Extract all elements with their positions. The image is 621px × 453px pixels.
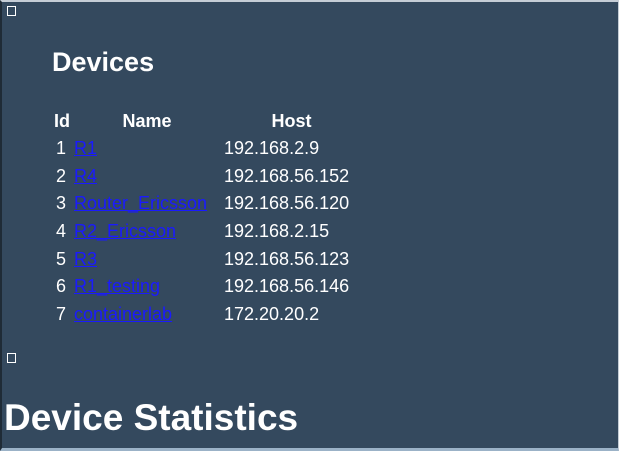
device-host: 192.168.2.15 bbox=[224, 221, 330, 242]
device-name-cell: R3 bbox=[72, 245, 222, 273]
device-id: 7 bbox=[55, 303, 66, 324]
device-host: 192.168.56.146 bbox=[224, 276, 350, 297]
table-row: 2 R4 192.168.56.152 bbox=[52, 163, 361, 191]
table-row: 3 Router_Ericsson 192.168.56.120 bbox=[52, 190, 361, 218]
device-link-r2-ericsson[interactable]: R2_Ericsson bbox=[74, 221, 176, 241]
device-name-cell: Router_Ericsson bbox=[72, 190, 222, 218]
device-name-cell: R2_Ericsson bbox=[72, 218, 222, 246]
device-statistics-heading: Device Statistics bbox=[4, 397, 299, 438]
device-id: 5 bbox=[55, 248, 66, 269]
table-header-row: Id Name Host bbox=[52, 108, 361, 135]
table-row: 4 R2_Ericsson 192.168.2.15 bbox=[52, 218, 361, 246]
device-host: 172.20.20.2 bbox=[224, 303, 320, 324]
device-id: 2 bbox=[55, 165, 66, 186]
device-id: 6 bbox=[55, 276, 66, 297]
devices-table: Id Name Host 1 R1 192.168.2.9 2 R4 192.1… bbox=[52, 108, 361, 328]
device-link-r1[interactable]: R1 bbox=[74, 138, 97, 158]
device-id: 1 bbox=[55, 138, 66, 159]
column-header-id: Id bbox=[54, 111, 70, 131]
device-name-cell: R1 bbox=[72, 135, 222, 163]
device-id: 3 bbox=[55, 193, 66, 214]
column-header-host: Host bbox=[271, 111, 312, 131]
device-name-cell: containerlab bbox=[72, 301, 222, 329]
device-name-cell: R1_testing bbox=[72, 273, 222, 301]
device-host: 192.168.56.123 bbox=[224, 248, 350, 269]
device-host: 192.168.56.152 bbox=[224, 165, 350, 186]
column-header-name: Name bbox=[122, 111, 172, 131]
devices-heading: Devices bbox=[52, 47, 155, 77]
device-link-r3[interactable]: R3 bbox=[74, 249, 97, 269]
device-id: 4 bbox=[55, 221, 66, 242]
table-row: 7 containerlab 172.20.20.2 bbox=[52, 301, 361, 329]
device-host: 192.168.2.9 bbox=[224, 138, 320, 159]
device-name-cell: R4 bbox=[72, 163, 222, 191]
page-frame: Devices Id Name Host 1 R1 192.168.2.9 2 … bbox=[0, 0, 619, 451]
table-row: 5 R3 192.168.56.123 bbox=[52, 245, 361, 273]
device-link-containerlab[interactable]: containerlab bbox=[74, 304, 172, 324]
device-host: 192.168.56.120 bbox=[224, 193, 350, 214]
table-row: 6 R1_testing 192.168.56.146 bbox=[52, 273, 361, 301]
device-link-router-ericsson[interactable]: Router_Ericsson bbox=[74, 193, 207, 213]
device-link-r1-testing[interactable]: R1_testing bbox=[74, 276, 160, 296]
device-link-r4[interactable]: R4 bbox=[74, 166, 97, 186]
broken-image-icon bbox=[7, 6, 16, 16]
broken-image-icon bbox=[7, 353, 16, 363]
table-row: 1 R1 192.168.2.9 bbox=[52, 135, 361, 163]
